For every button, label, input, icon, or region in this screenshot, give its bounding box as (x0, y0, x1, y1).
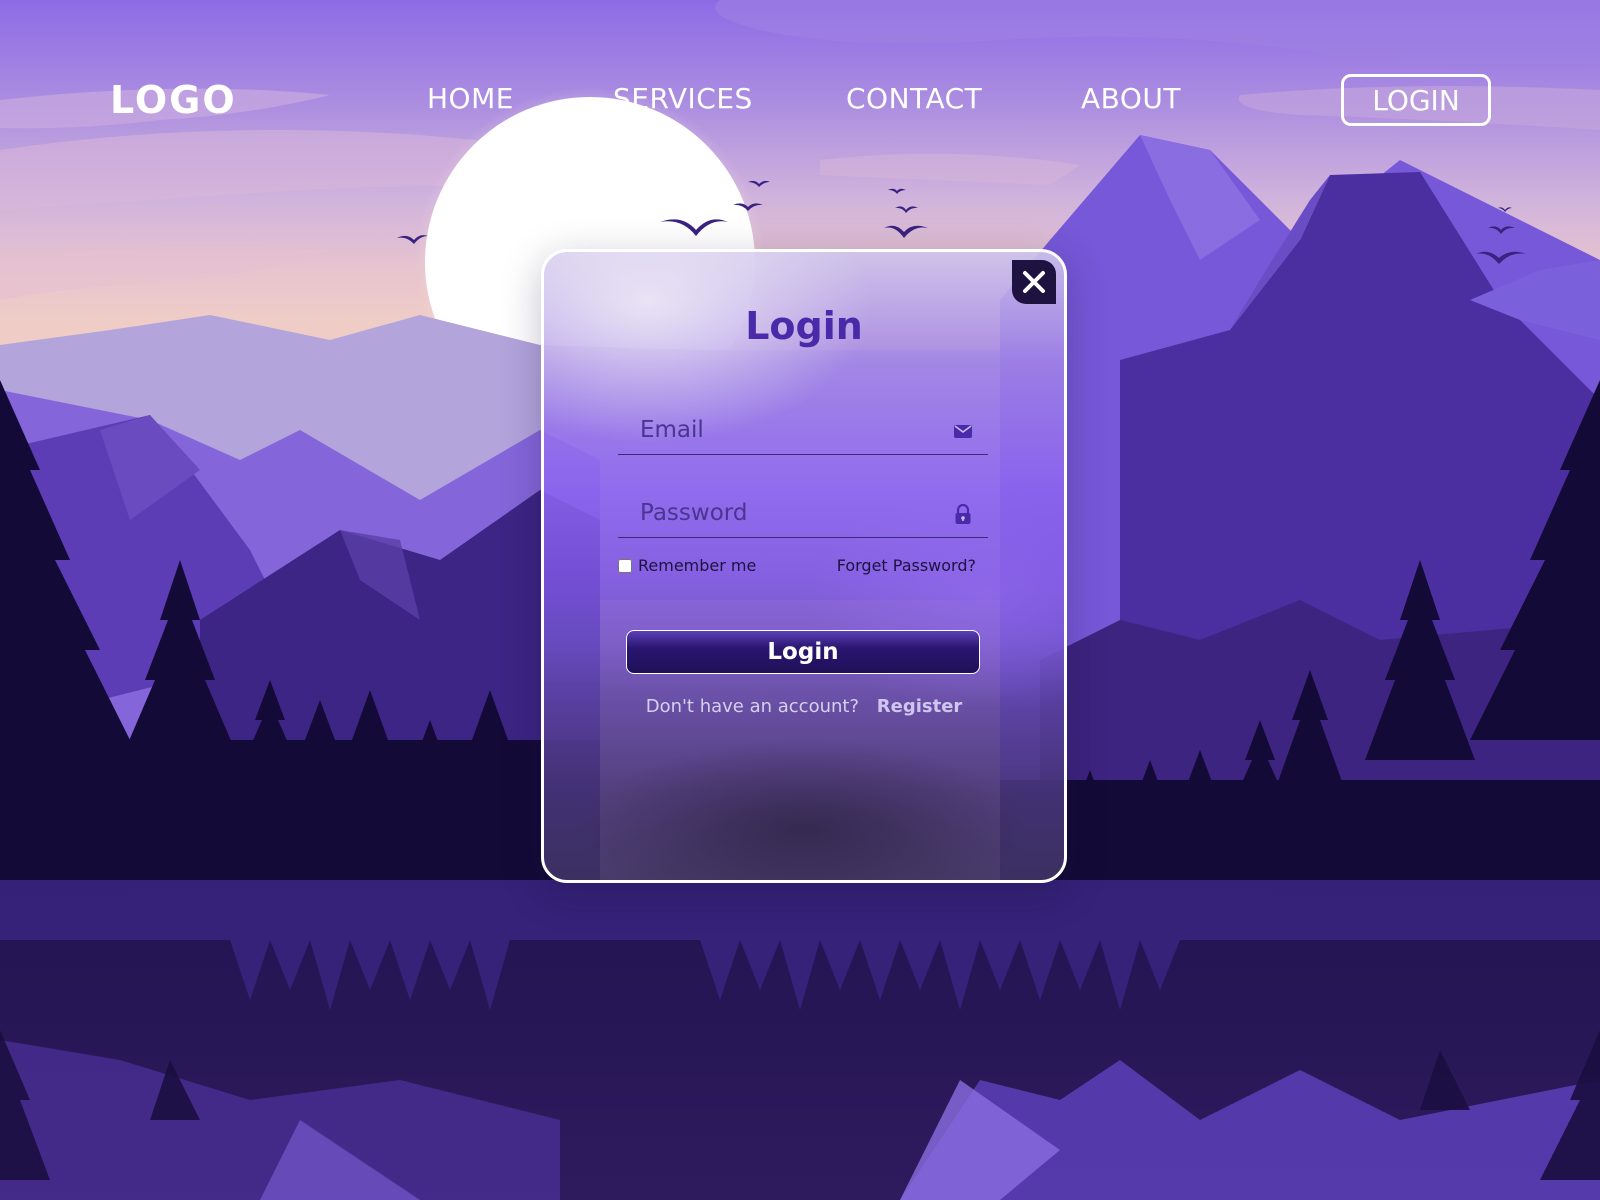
logo[interactable]: LOGO (110, 78, 237, 122)
password-field-wrapper (618, 489, 988, 538)
nav-link-contact[interactable]: CONTACT (846, 82, 982, 115)
remember-me: Remember me (618, 556, 756, 575)
nav-login-button[interactable]: LOGIN (1341, 74, 1491, 126)
remember-me-label: Remember me (638, 556, 757, 575)
register-prompt: Don't have an account? Register (544, 696, 1064, 717)
landing-page: LOGO HOME SERVICES CONTACT ABOUT LOGIN L… (0, 0, 1600, 1200)
remember-me-checkbox[interactable] (618, 558, 632, 573)
nav-link-about[interactable]: ABOUT (1081, 82, 1181, 115)
email-input[interactable] (638, 412, 942, 448)
close-icon (1023, 271, 1045, 293)
close-button[interactable] (1012, 260, 1056, 304)
register-link[interactable]: Register (877, 696, 963, 717)
envelope-icon (954, 425, 972, 438)
nav-link-services[interactable]: SERVICES (613, 82, 753, 115)
lock-icon (955, 503, 971, 524)
nav-link-home[interactable]: HOME (427, 82, 514, 115)
no-account-text: Don't have an account? (645, 696, 860, 717)
login-submit-button[interactable]: Login (626, 630, 980, 674)
email-field-wrapper (618, 406, 988, 455)
forget-password-link[interactable]: Forget Password? (837, 556, 976, 575)
login-modal: Login Remember me Forget Password? Login (541, 249, 1067, 883)
modal-title: Login (745, 304, 863, 348)
password-input[interactable] (638, 495, 942, 531)
